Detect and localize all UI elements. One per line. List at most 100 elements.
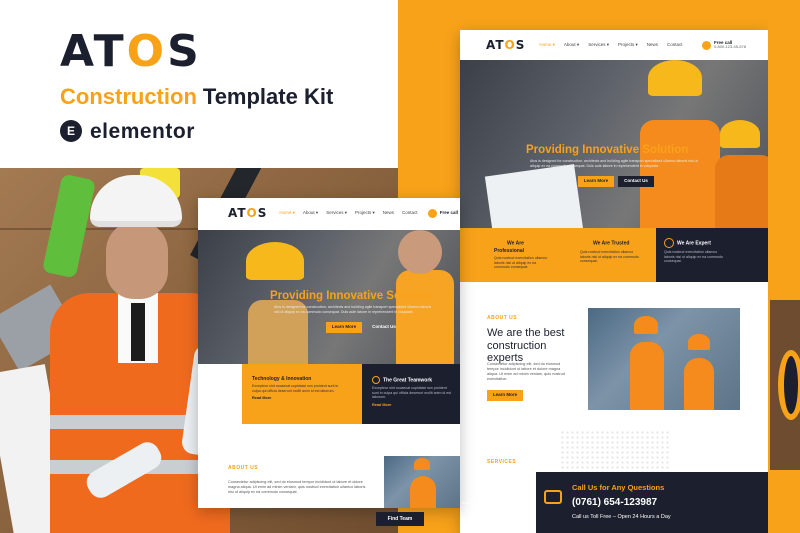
nav-link-contact[interactable]: Contact bbox=[667, 42, 683, 48]
nav-link-home[interactable]: Home ▾ bbox=[539, 42, 555, 48]
tagline-highlight: Construction bbox=[60, 84, 197, 109]
logo-part: AT bbox=[486, 38, 505, 52]
feature-desc: Quis nostrud exercitation ullamco labori… bbox=[664, 250, 723, 264]
read-more-link[interactable]: Read More bbox=[372, 403, 454, 408]
hero-subtitle: Atos is designed for construction, archi… bbox=[530, 159, 698, 168]
factory-photo bbox=[588, 308, 740, 410]
feature-desc: Quis nostrud exercitation ullamco labori… bbox=[580, 250, 639, 264]
front-page-screenshot: ATOS Home ▾ About ▾ Services ▾ Projects … bbox=[198, 198, 460, 508]
nav-link-projects[interactable]: Projects ▾ bbox=[355, 210, 375, 216]
nav-link-projects[interactable]: Projects ▾ bbox=[618, 42, 638, 48]
kit-tagline: Construction Template Kit bbox=[60, 86, 333, 108]
feature-expert: We Are Expert Quis nostrud exercitation … bbox=[656, 228, 768, 282]
feature-title: The Great Teamwork bbox=[372, 376, 454, 384]
logo-part: O bbox=[504, 38, 516, 52]
fugiat-text: fugiat nulla pariatur. bbox=[462, 500, 497, 505]
about-label: ABOUT US bbox=[228, 465, 259, 471]
atos-logo: ATOS bbox=[60, 30, 202, 74]
tie bbox=[131, 303, 145, 361]
nav-link-services[interactable]: Services ▾ bbox=[588, 42, 609, 48]
tagline-rest: Template Kit bbox=[202, 84, 334, 109]
learn-more-button[interactable]: Learn More bbox=[578, 176, 614, 187]
team-icon bbox=[664, 238, 674, 248]
nav-links: Home ▾ About ▾ Services ▾ Projects ▾ New… bbox=[539, 42, 683, 48]
feature-title-text: We Are Trusted bbox=[593, 240, 630, 247]
phone-icon bbox=[701, 40, 711, 50]
front-navbar: ATOS Home ▾ About ▾ Services ▾ Projects … bbox=[198, 198, 460, 228]
about-body: Consectetur adipiscing elit, sed do eius… bbox=[228, 480, 366, 495]
call-number: 0-800-123-45-678 bbox=[713, 44, 746, 50]
worker-vest bbox=[410, 476, 436, 508]
feature-title-text: We Are Expert bbox=[677, 240, 711, 247]
logo-part: O bbox=[126, 26, 168, 77]
elementor-icon: E bbox=[60, 120, 82, 142]
back-page-screenshot: ATOS Home ▾ About ▾ Services ▾ Projects … bbox=[460, 30, 768, 533]
chat-icon bbox=[544, 490, 562, 504]
elementor-badge: E elementor bbox=[60, 120, 195, 142]
call-text: Free call 0-800-123-45-678 bbox=[714, 40, 746, 50]
nav-call[interactable]: Free call bbox=[427, 208, 458, 218]
back-navbar: ATOS Home ▾ About ▾ Services ▾ Projects … bbox=[460, 30, 768, 60]
worker-helmet bbox=[720, 120, 760, 148]
cta-subtext: Call us Toll Free – Open 24 Hours a Day bbox=[572, 514, 671, 520]
nav-logo[interactable]: ATOS bbox=[486, 39, 525, 51]
nav-link-news[interactable]: News bbox=[383, 210, 394, 216]
feature-teamwork: The Great Teamwork Excepteur sint occaec… bbox=[362, 364, 460, 424]
feature-trusted: We Are Trusted Quis nostrud exercitation… bbox=[558, 228, 656, 282]
contact-us-button[interactable]: Contact Us bbox=[618, 176, 654, 187]
tape-measure bbox=[778, 350, 800, 420]
logo-part: S bbox=[257, 206, 268, 220]
feature-title: We Are Trusted bbox=[580, 238, 642, 248]
feature-technology: Technology & Innovation Excepteur sint o… bbox=[242, 364, 362, 424]
worker-helmet bbox=[246, 242, 304, 280]
feature-title: We Are Expert bbox=[664, 238, 726, 248]
learn-more-button[interactable]: Learn More bbox=[326, 322, 362, 333]
worker-helmet bbox=[414, 458, 430, 470]
nav-link-about[interactable]: About ▾ bbox=[303, 210, 318, 216]
front-hero: Providing Innovative Solution Atos is de… bbox=[198, 230, 460, 364]
find-team-button[interactable]: Find Team bbox=[376, 512, 424, 526]
hero-subtitle: Atos is designed for construction, archi… bbox=[274, 305, 432, 314]
nav-link-about[interactable]: About ▾ bbox=[564, 42, 579, 48]
elementor-name: elementor bbox=[90, 119, 195, 143]
nav-link-news[interactable]: News bbox=[647, 42, 658, 48]
face bbox=[106, 221, 168, 299]
worker-helmet bbox=[688, 334, 710, 350]
read-more-link[interactable]: Read More bbox=[252, 397, 342, 401]
bulb-icon bbox=[494, 238, 504, 248]
cta-question: Call Us for Any Questions bbox=[572, 483, 665, 492]
feature-block: We Are Trusted Quis nostrud exercitation… bbox=[580, 238, 642, 264]
logo-part: AT bbox=[60, 26, 127, 77]
nav-call[interactable]: Free call 0-800-123-45-678 bbox=[701, 40, 746, 50]
services-label: SERVICES bbox=[487, 459, 517, 465]
worker-helmet bbox=[634, 316, 658, 334]
call-us-banner: Call Us for Any Questions (0761) 654-123… bbox=[536, 472, 768, 533]
brand-panel: ATOS Construction Template Kit E elemento… bbox=[0, 0, 398, 168]
nav-logo[interactable]: ATOS bbox=[228, 207, 267, 219]
feature-title-text: The Great Teamwork bbox=[383, 377, 433, 384]
phone-icon bbox=[427, 208, 437, 218]
worker-face bbox=[398, 230, 442, 274]
feature-desc: Quis nostrud exercitation ullamco labori… bbox=[494, 256, 548, 270]
logo-part: S bbox=[515, 38, 526, 52]
feature-block: The Great Teamwork Excepteur sint occaec… bbox=[372, 376, 454, 408]
nav-link-contact[interactable]: Contact bbox=[402, 210, 418, 216]
feature-professional: We Are Professional Quis nostrud exercit… bbox=[460, 228, 558, 282]
nav-link-home[interactable]: Home ▾ bbox=[279, 210, 295, 216]
call-label: Free call bbox=[439, 210, 458, 216]
logo-part: S bbox=[167, 26, 202, 77]
feature-title: Technology & Innovation bbox=[252, 376, 312, 382]
cta-phone-number[interactable]: (0761) 654-123987 bbox=[572, 498, 657, 508]
worker-vest bbox=[396, 270, 454, 364]
nav-link-services[interactable]: Services ▾ bbox=[326, 210, 347, 216]
team-icon bbox=[372, 376, 380, 384]
feature-block: Technology & Innovation Excepteur sint o… bbox=[252, 376, 342, 401]
about-learn-more-button[interactable]: Learn More bbox=[487, 390, 523, 401]
hero-title: Providing Innovative Solution bbox=[270, 290, 433, 302]
contact-us-button[interactable]: Contact Us bbox=[366, 322, 402, 333]
feature-block: We Are Professional Quis nostrud exercit… bbox=[494, 238, 552, 270]
feature-desc: Excepteur sint occaecat cupidatat non pr… bbox=[372, 386, 452, 400]
call-text: Free call bbox=[440, 210, 458, 215]
nav-links: Home ▾ About ▾ Services ▾ Projects ▾ New… bbox=[279, 210, 418, 216]
factory-photo bbox=[384, 456, 460, 508]
